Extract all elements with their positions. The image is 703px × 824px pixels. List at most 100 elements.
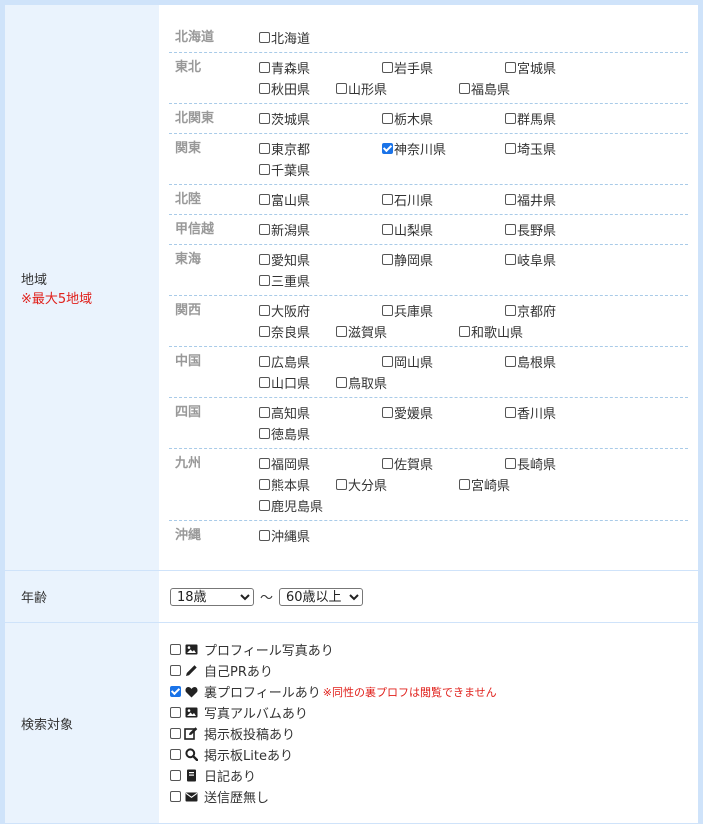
- search-target-checkbox[interactable]: [170, 707, 181, 718]
- prefecture-option[interactable]: 宮崎県: [459, 474, 582, 495]
- prefecture-checkbox[interactable]: [382, 356, 393, 367]
- prefecture-option[interactable]: 大分県: [336, 474, 459, 495]
- search-target-checkbox[interactable]: [170, 749, 181, 760]
- prefecture-checkbox[interactable]: [259, 530, 270, 541]
- prefecture-checkbox[interactable]: [259, 458, 270, 469]
- prefecture-checkbox[interactable]: [505, 224, 516, 235]
- prefecture-option[interactable]: 山形県: [336, 78, 459, 99]
- prefecture-option[interactable]: 滋賀県: [336, 321, 459, 342]
- search-target-checkbox[interactable]: [170, 770, 181, 781]
- prefecture-option[interactable]: 岐阜県: [505, 249, 628, 270]
- prefecture-option[interactable]: 福岡県: [259, 453, 382, 474]
- prefecture-option[interactable]: 佐賀県: [382, 453, 505, 474]
- prefecture-checkbox[interactable]: [459, 479, 470, 490]
- prefecture-checkbox[interactable]: [259, 407, 270, 418]
- prefecture-option[interactable]: 徳島県: [259, 423, 336, 444]
- prefecture-option[interactable]: 埼玉県: [505, 138, 628, 159]
- prefecture-option[interactable]: 北海道: [259, 27, 382, 48]
- prefecture-option[interactable]: 富山県: [259, 189, 382, 210]
- prefecture-option[interactable]: 長野県: [505, 219, 628, 240]
- search-target-checkbox[interactable]: [170, 644, 181, 655]
- prefecture-option[interactable]: 鳥取県: [336, 372, 459, 393]
- prefecture-checkbox[interactable]: [336, 479, 347, 490]
- prefecture-option[interactable]: 広島県: [259, 351, 382, 372]
- prefecture-checkbox[interactable]: [459, 326, 470, 337]
- prefecture-checkbox[interactable]: [505, 143, 516, 154]
- prefecture-checkbox[interactable]: [259, 326, 270, 337]
- prefecture-checkbox[interactable]: [259, 356, 270, 367]
- prefecture-checkbox[interactable]: [505, 113, 516, 124]
- prefecture-checkbox[interactable]: [382, 305, 393, 316]
- prefecture-checkbox[interactable]: [259, 500, 270, 511]
- search-target-checkbox[interactable]: [170, 728, 181, 739]
- prefecture-checkbox[interactable]: [259, 113, 270, 124]
- prefecture-checkbox[interactable]: [505, 356, 516, 367]
- prefecture-option[interactable]: 福井県: [505, 189, 628, 210]
- prefecture-option[interactable]: 千葉県: [259, 159, 336, 180]
- search-target-option[interactable]: 送信歴無し: [170, 786, 698, 807]
- prefecture-option[interactable]: 沖縄県: [259, 525, 382, 546]
- prefecture-checkbox[interactable]: [259, 83, 270, 94]
- prefecture-checkbox[interactable]: [382, 194, 393, 205]
- prefecture-checkbox[interactable]: [382, 113, 393, 124]
- prefecture-option[interactable]: 奈良県: [259, 321, 336, 342]
- prefecture-option[interactable]: 静岡県: [382, 249, 505, 270]
- prefecture-checkbox[interactable]: [505, 407, 516, 418]
- prefecture-option[interactable]: 宮城県: [505, 57, 628, 78]
- prefecture-option[interactable]: 茨城県: [259, 108, 382, 129]
- search-target-option[interactable]: 裏プロフィールあり ※同性の裏プロフは閲覧できません: [170, 681, 698, 702]
- prefecture-checkbox[interactable]: [259, 224, 270, 235]
- search-target-option[interactable]: 自己PRあり: [170, 660, 698, 681]
- search-target-checkbox[interactable]: [170, 665, 181, 676]
- prefecture-option[interactable]: 長崎県: [505, 453, 628, 474]
- prefecture-checkbox[interactable]: [505, 254, 516, 265]
- prefecture-checkbox[interactable]: [259, 479, 270, 490]
- search-target-option[interactable]: 掲示板Liteあり: [170, 744, 698, 765]
- prefecture-option[interactable]: 岩手県: [382, 57, 505, 78]
- prefecture-checkbox[interactable]: [505, 305, 516, 316]
- search-target-checkbox[interactable]: [170, 791, 181, 802]
- age-max-select[interactable]: 60歳以上: [279, 587, 364, 606]
- prefecture-checkbox[interactable]: [382, 224, 393, 235]
- prefecture-option[interactable]: 東京都: [259, 138, 382, 159]
- search-target-option[interactable]: 写真アルバムあり: [170, 702, 698, 723]
- prefecture-checkbox[interactable]: [259, 194, 270, 205]
- prefecture-option[interactable]: 島根県: [505, 351, 628, 372]
- prefecture-option[interactable]: 栃木県: [382, 108, 505, 129]
- prefecture-option[interactable]: 秋田県: [259, 78, 336, 99]
- prefecture-checkbox[interactable]: [382, 62, 393, 73]
- prefecture-checkbox[interactable]: [336, 326, 347, 337]
- prefecture-checkbox[interactable]: [336, 377, 347, 388]
- prefecture-checkbox[interactable]: [505, 458, 516, 469]
- prefecture-option[interactable]: 鹿児島県: [259, 495, 382, 516]
- prefecture-option[interactable]: 群馬県: [505, 108, 628, 129]
- prefecture-option[interactable]: 兵庫県: [382, 300, 505, 321]
- prefecture-checkbox[interactable]: [259, 62, 270, 73]
- prefecture-checkbox[interactable]: [505, 62, 516, 73]
- prefecture-checkbox[interactable]: [259, 428, 270, 439]
- prefecture-checkbox[interactable]: [459, 83, 470, 94]
- prefecture-checkbox[interactable]: [259, 275, 270, 286]
- search-target-checkbox[interactable]: [170, 686, 181, 697]
- prefecture-option[interactable]: 京都府: [505, 300, 628, 321]
- prefecture-option[interactable]: 熊本県: [259, 474, 336, 495]
- prefecture-option[interactable]: 石川県: [382, 189, 505, 210]
- prefecture-option[interactable]: 神奈川県: [382, 138, 505, 159]
- prefecture-option[interactable]: 山口県: [259, 372, 336, 393]
- prefecture-option[interactable]: 高知県: [259, 402, 382, 423]
- search-target-option[interactable]: プロフィール写真あり: [170, 639, 698, 660]
- prefecture-checkbox[interactable]: [382, 407, 393, 418]
- prefecture-checkbox[interactable]: [259, 164, 270, 175]
- prefecture-checkbox[interactable]: [259, 32, 270, 43]
- prefecture-checkbox[interactable]: [336, 83, 347, 94]
- age-min-select[interactable]: 18歳: [170, 587, 254, 606]
- prefecture-checkbox[interactable]: [259, 305, 270, 316]
- prefecture-option[interactable]: 山梨県: [382, 219, 505, 240]
- prefecture-option[interactable]: 福島県: [459, 78, 582, 99]
- prefecture-option[interactable]: 新潟県: [259, 219, 382, 240]
- prefecture-option[interactable]: 香川県: [505, 402, 628, 423]
- prefecture-checkbox[interactable]: [382, 458, 393, 469]
- prefecture-option[interactable]: 青森県: [259, 57, 382, 78]
- prefecture-option[interactable]: 愛媛県: [382, 402, 505, 423]
- prefecture-option[interactable]: 大阪府: [259, 300, 382, 321]
